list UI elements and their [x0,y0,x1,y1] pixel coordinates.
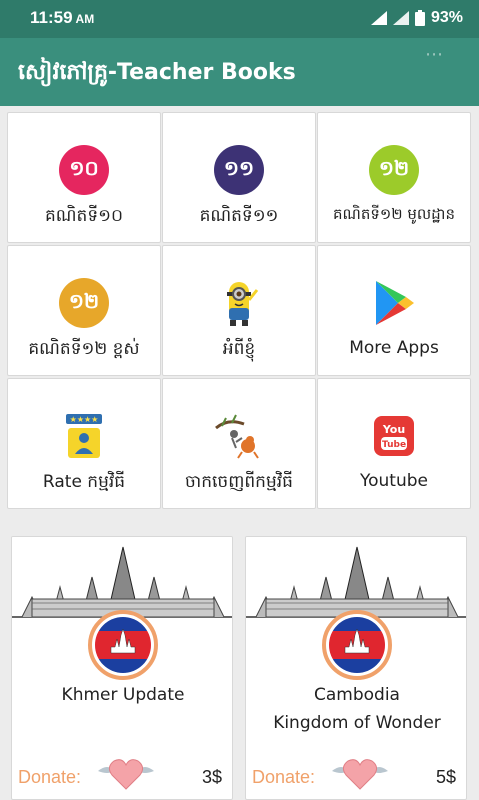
app-title: សៀវភៅគ្រូ-Teacher Books [18,60,296,85]
menu-item-label: គណិតទី១១ [199,206,279,226]
card-title: Khmer Update [61,685,185,705]
menu-item-exit-app[interactable]: ចាកចេញពីកម្មវិធី [162,378,316,509]
menu-item-math-12-advanced[interactable]: ១២ គណិតទី១២ ខ្ពស់ [7,245,161,376]
numeral-10-icon: ១០ [59,145,109,195]
cambodia-flag-badge [322,610,392,680]
menu-item-youtube[interactable]: You Tube Youtube [317,378,471,509]
donation-card-cambodia[interactable]: Cambodia Kingdom of Wonder Donate: 5$ [245,536,467,800]
play-store-icon [376,281,414,325]
battery-icon [414,10,425,26]
menu-item-more-apps[interactable]: More Apps [317,245,471,376]
donate-label: Donate: [18,767,82,787]
overflow-menu-icon[interactable]: ⋯ [425,44,443,65]
menu-item-math-11[interactable]: ១១ គណិតទី១១ [162,112,316,243]
menu-item-about[interactable]: អំពីខ្ញុំ [162,245,316,376]
price-label: 3$ [201,767,222,787]
menu-item-label: More Apps [349,338,439,358]
donation-card-khmer-update[interactable]: Khmer Update Donate: 3$ [11,536,233,800]
cambodia-flag-badge [88,610,158,680]
status-icons: 93% [370,9,463,27]
signal-icon [370,11,387,25]
menu-grid: ១០ គណិតទី១០ ១១ គណិតទី១១ ១២ គណិតទី១២ មូលដ… [7,112,472,512]
svg-text:Tube: Tube [382,440,406,450]
menu-item-label: ចាកចេញពីកម្មវិធី [185,472,293,492]
menu-item-math-12-basic[interactable]: ១២ គណិតទី១២ មូលដ្ឋាន [317,112,471,243]
status-time: 11:59 AM [30,8,95,27]
menu-item-label: Youtube [360,471,428,491]
winged-heart-icon[interactable] [328,753,392,793]
cambodia-flag-icon [95,617,151,673]
menu-item-label: គណិតទី១២ ខ្ពស់ [28,339,140,359]
cambodia-flag-icon [329,617,385,673]
signal-icon [392,11,409,25]
numeral-12-advanced-icon: ១២ [59,278,109,328]
youtube-icon: You Tube [374,416,414,456]
card-title: Cambodia [314,685,400,705]
numeral-11-icon: ១១ [214,145,264,195]
rate-stars-icon: ★★★★ [66,414,102,458]
svg-text:You: You [382,423,405,436]
menu-item-label: គណិតទី១២ មូលដ្ឋាន [333,205,455,223]
exit-cartoon-icon [215,414,259,459]
menu-item-label: អំពីខ្ញុំ [222,339,256,359]
battery-percent: 93% [430,9,463,26]
menu-item-label: Rate កម្មវិធី [42,472,126,492]
menu-item-math-10[interactable]: ១០ គណិតទី១០ [7,112,161,243]
menu-item-label: គណិតទី១០ [44,206,124,226]
winged-heart-icon[interactable] [94,753,158,793]
donate-label: Donate: [252,767,316,787]
app-bar: សៀវភៅគ្រូ-Teacher Books ⋯ [0,38,479,106]
minion-icon [227,282,259,326]
svg-text:★★★★: ★★★★ [70,415,99,424]
price-label: 5$ [435,767,456,787]
status-bar: 11:59 AM 93% [0,0,479,38]
numeral-12-basic-icon: ១២ [369,145,419,195]
card-subtitle: Kingdom of Wonder [273,713,441,733]
menu-item-rate-app[interactable]: ★★★★ Rate កម្មវិធី [7,378,161,509]
